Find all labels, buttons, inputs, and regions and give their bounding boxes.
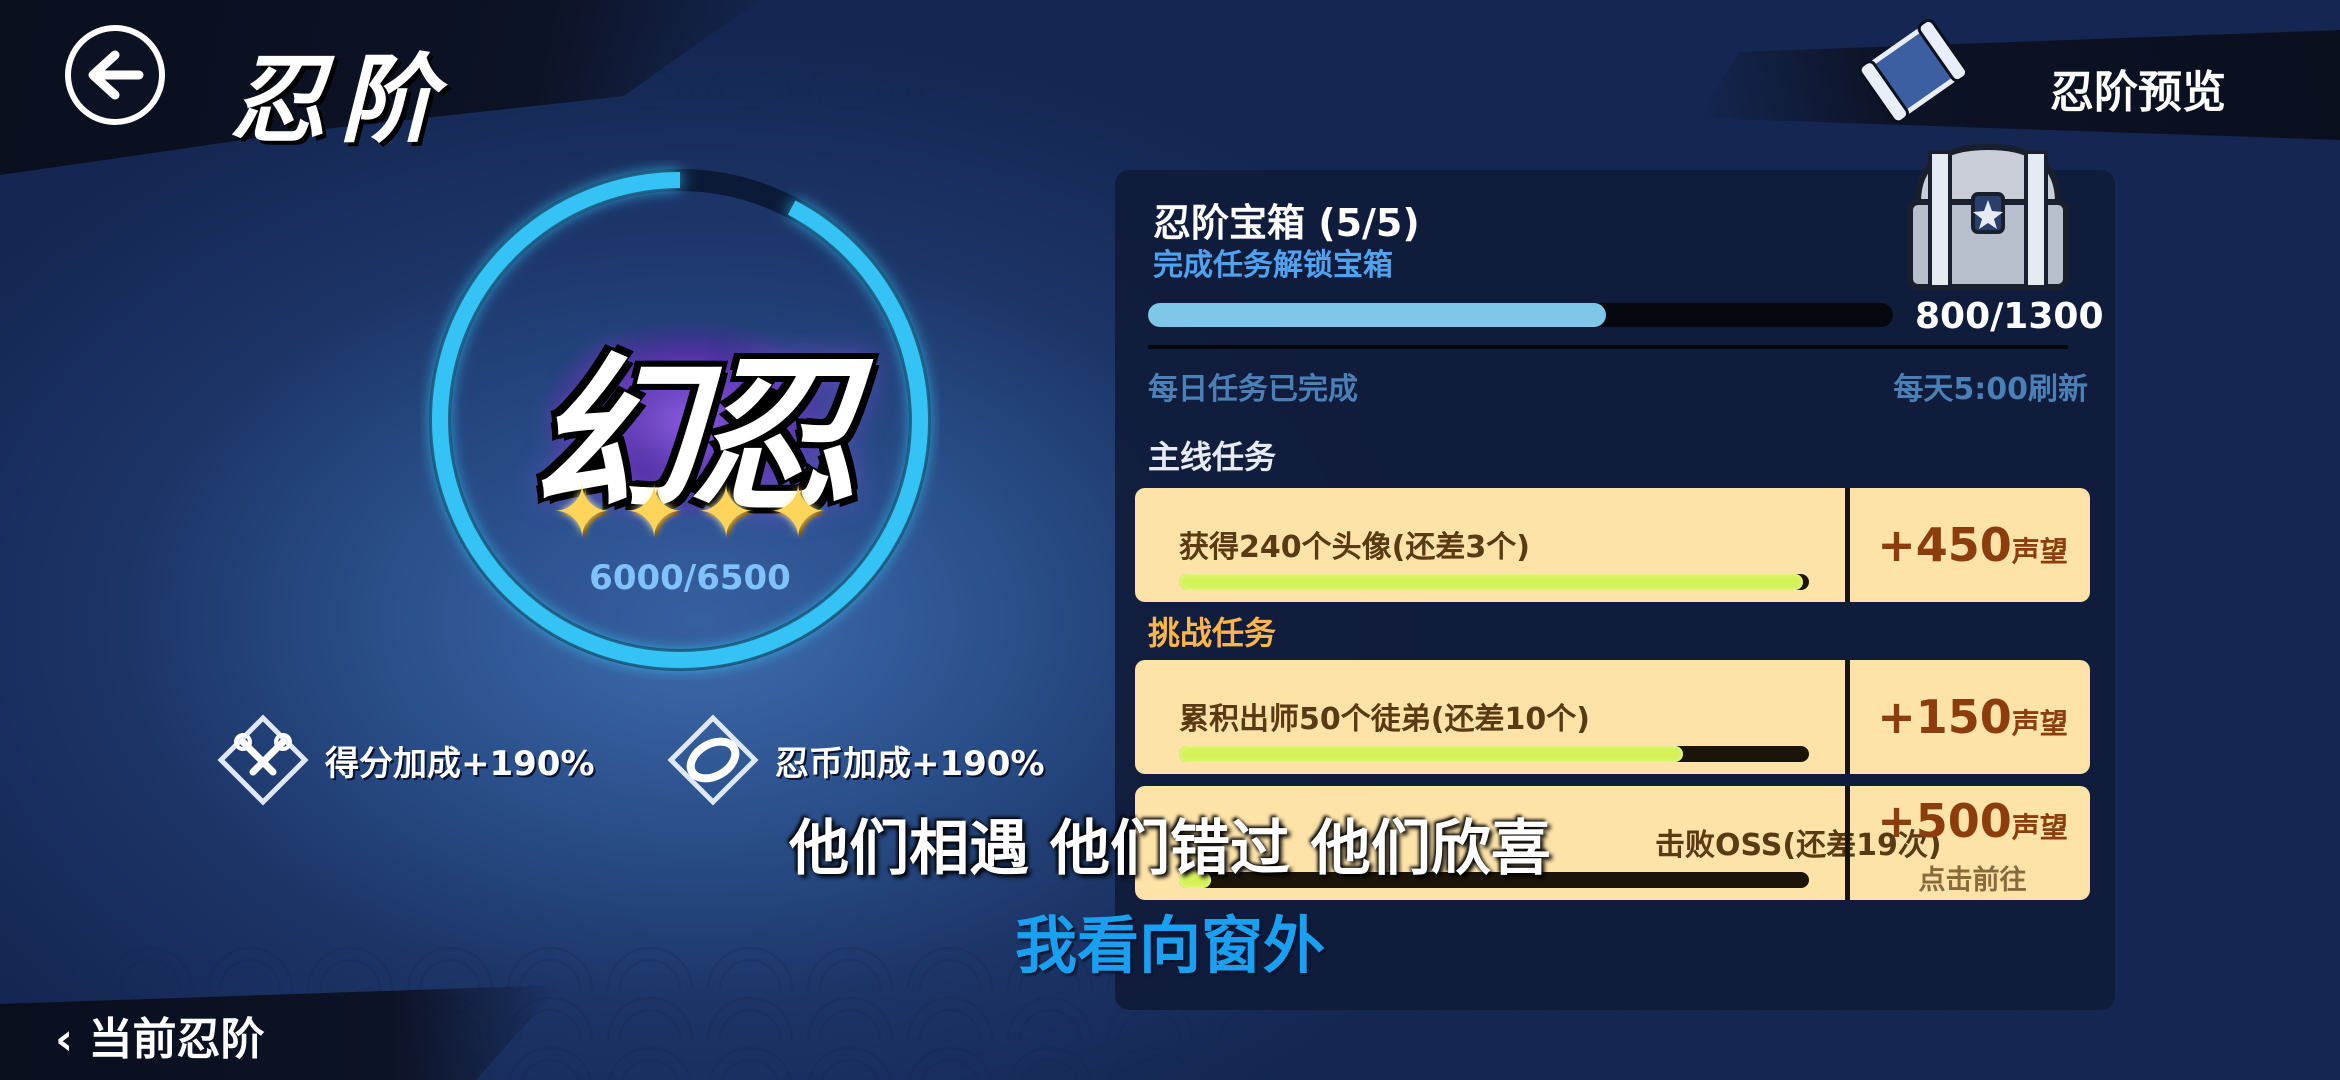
daily-status: 每日任务已完成 — [1148, 372, 1358, 407]
task-separator — [1845, 660, 1850, 774]
task-progress-fill — [1179, 746, 1683, 762]
task-reward: +450声望 — [1855, 518, 2090, 572]
task-reward: +150声望 — [1855, 690, 2090, 744]
task-card[interactable]: 累积出师50个徒弟(还差10个) +150声望 — [1135, 660, 2090, 774]
current-rank-button[interactable]: ‹ 当前忍阶 — [55, 1003, 264, 1067]
star-icon: ✦ — [623, 470, 685, 554]
scroll-icon[interactable] — [1855, 10, 1975, 130]
chest-title: 忍阶宝箱 (5/5) — [1153, 201, 1420, 245]
rank-score: 6000/6500 — [589, 558, 791, 598]
treasure-chest-icon[interactable] — [1888, 132, 2088, 302]
reward-unit: 声望 — [2011, 707, 2068, 740]
star-icon: ✦ — [695, 470, 757, 554]
panel-divider — [1148, 345, 2068, 349]
star-icon: ✦ — [551, 470, 613, 554]
chest-progress-fill — [1148, 303, 1607, 327]
subtitle-line-1: 他们相遇 他们错过 他们欣喜 — [789, 814, 1551, 884]
task-progress-bar — [1179, 574, 1809, 590]
rank-stars: ✦ ✦ ✦ ✦ — [540, 470, 840, 554]
score-bonus-label: 得分加成+190% — [325, 743, 595, 784]
chevron-left-icon: ‹ — [55, 1014, 89, 1065]
section-challenge-tasks: 挑战任务 — [1148, 614, 1277, 652]
task-separator — [1845, 488, 1850, 602]
chest-subtitle: 完成任务解锁宝箱 — [1153, 248, 1393, 283]
back-button[interactable] — [65, 25, 165, 125]
section-main-tasks: 主线任务 — [1148, 438, 1277, 476]
reward-amount: +150 — [1877, 690, 2012, 744]
coin-bonus-label: 忍币加成+190% — [775, 743, 1045, 784]
chest-progress-bar — [1148, 303, 1893, 327]
page-title: 忍阶 — [230, 43, 450, 156]
reward-unit: 声望 — [2011, 535, 2068, 568]
coin-icon — [665, 712, 761, 808]
task-name: 累积出师50个徒弟(还差10个) — [1179, 702, 1590, 737]
arrow-left-icon — [88, 50, 144, 100]
subtitle-line-2: 我看向窗外 — [1014, 909, 1325, 982]
reward-amount: +450 — [1877, 518, 2012, 572]
chest-count: 800/1300 — [1915, 296, 2104, 337]
rank-preview-button[interactable]: 忍阶预览 — [2050, 56, 2226, 120]
refresh-time: 每天5:00刷新 — [1893, 372, 2088, 407]
kunai-icon — [215, 712, 311, 808]
task-progress-fill — [1179, 574, 1803, 590]
task-progress-bar — [1179, 746, 1809, 762]
score-bonus: 得分加成+190% — [215, 712, 595, 808]
coin-bonus: 忍币加成+190% — [665, 712, 1045, 808]
current-rank-label: 当前忍阶 — [88, 1014, 265, 1065]
task-card[interactable]: 获得240个头像(还差3个) +450声望 — [1135, 488, 2090, 602]
star-icon: ✦ — [767, 470, 829, 554]
task-name: 获得240个头像(还差3个) — [1179, 530, 1530, 565]
